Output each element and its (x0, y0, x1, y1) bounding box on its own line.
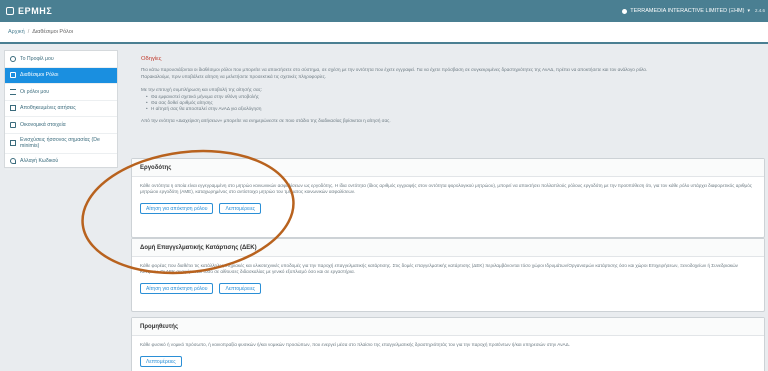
organization-name: TERRAMEDIA INTERACTIVE LIMITED (ΞΗΜ) (630, 8, 745, 14)
sidebar-item-available-roles[interactable]: Διαθέσιμοι Ρόλοι (5, 67, 117, 84)
apply-role-button[interactable]: Αίτηση για απόκτηση ρόλου (140, 203, 214, 215)
role-card-title: Εργοδότης (132, 159, 764, 177)
organization-menu[interactable]: TERRAMEDIA INTERACTIVE LIMITED (ΞΗΜ) ▾ (622, 0, 750, 22)
chevron-down-icon: ▾ (747, 8, 750, 14)
key-icon (10, 158, 16, 165)
instructions-step: Η αίτησή σας θα αποσταλεί στην ΑνΑΔ για … (146, 106, 755, 112)
role-card-employer: Εργοδότης Κάθε οντότητα η οποία είναι εγ… (131, 158, 765, 238)
details-button[interactable]: Λεπτομέρειες (219, 203, 262, 215)
money-icon (10, 121, 16, 128)
sidebar-item-change-password[interactable]: Αλλαγή Κωδικού (5, 154, 117, 170)
breadcrumb-current: Διαθέσιμοι Ρόλοι (32, 29, 74, 35)
logo-icon (6, 7, 14, 15)
apply-role-button[interactable]: Αίτηση για απόκτηση ρόλου (140, 283, 214, 295)
role-card-description: Κάθε φορέας που διαθέτει τις κατάλληλες … (140, 263, 738, 275)
details-button[interactable]: Λεπτομέρειες (140, 356, 182, 368)
sidebar-item-de-minimis[interactable]: Ενισχύσεις ήσσονος σημασίας (De minimis) (5, 134, 117, 154)
sidebar-item-label: Το Προφίλ μου (20, 55, 54, 62)
sidebar-item-financial-data[interactable]: Οικονομικά στοιχεία (5, 117, 117, 134)
user-icon (10, 55, 16, 62)
instructions-title: Οδηγίες (141, 56, 162, 62)
instructions-paragraph: Παρακαλούμε, πριν υποβάλετε αίτηση να με… (141, 74, 327, 79)
sidebar-item-label: Οι ρόλοι μου (20, 88, 50, 95)
role-card-description: Κάθε φυσικό ή νομικό πρόσωπο, ή κοινοπρα… (140, 342, 570, 347)
role-card-title: Προμηθευτής (132, 318, 764, 336)
role-card-title: Δομή Επαγγελματικής Κατάρτισης (ΔΕΚ) (132, 239, 764, 257)
breadcrumb-home[interactable]: Αρχική (8, 29, 25, 35)
sidebar: Το Προφίλ μου Διαθέσιμοι Ρόλοι Οι ρόλοι … (4, 50, 118, 170)
details-button[interactable]: Λεπτομέρειες (219, 283, 262, 295)
sidebar-item-label: Αποθηκευμένες αιτήσεις (20, 105, 76, 112)
instructions-footer: Από την ενότητα «Διαχείριση αιτήσεων» μπ… (141, 118, 391, 123)
sidebar-item-my-roles[interactable]: Οι ρόλοι μου (5, 84, 117, 101)
roles-icon (10, 72, 16, 79)
instructions-panel: Οδηγίες Πιο κάτω παρουσιάζονται οι διαθέ… (131, 50, 765, 148)
app-version: 2.4.6 (754, 8, 765, 13)
role-card-description: Κάθε οντότητα η οποία είναι εγγεγραμμένη… (140, 183, 752, 195)
role-card-supplier: Προμηθευτής Κάθε φυσικό ή νομικό πρόσωπο… (131, 317, 765, 371)
sidebar-item-label: Οικονομικά στοιχεία (20, 121, 66, 128)
list-icon (10, 88, 16, 95)
sidebar-item-label: Ενισχύσεις ήσσονος σημασίας (De minimis) (20, 137, 100, 149)
sidebar-item-profile[interactable]: Το Προφίλ μου (5, 51, 117, 68)
app-name: ΕΡΜΗΣ (18, 6, 53, 16)
document-icon (10, 140, 16, 146)
top-bar: ΕΡΜΗΣ TERRAMEDIA INTERACTIVE LIMITED (ΞΗ… (0, 0, 768, 22)
document-icon (10, 105, 16, 112)
sidebar-item-label: Διαθέσιμοι Ρόλοι (20, 72, 59, 79)
organization-icon (622, 8, 628, 14)
app-logo[interactable]: ΕΡΜΗΣ (6, 6, 52, 16)
breadcrumb-separator: / (27, 29, 30, 35)
role-card-training-structure: Δομή Επαγγελματικής Κατάρτισης (ΔΕΚ) Κάθ… (131, 238, 765, 312)
sidebar-item-label: Αλλαγή Κωδικού (20, 158, 59, 165)
instructions-steps-intro: Με την επιτυχή συμπλήρωση και υποβολή τη… (141, 87, 263, 92)
instructions-paragraph: Πιο κάτω παρουσιάζονται οι διαθέσιμοι ρό… (141, 67, 648, 72)
instructions-steps: Θα εμφανιστεί σχετικό μήνυμα στην οθόνη … (141, 94, 755, 112)
breadcrumb: Αρχική / Διαθέσιμοι Ρόλοι (0, 22, 768, 44)
main-content: Οδηγίες Πιο κάτω παρουσιάζονται οι διαθέ… (131, 50, 765, 371)
sidebar-item-saved-applications[interactable]: Αποθηκευμένες αιτήσεις (5, 101, 117, 117)
